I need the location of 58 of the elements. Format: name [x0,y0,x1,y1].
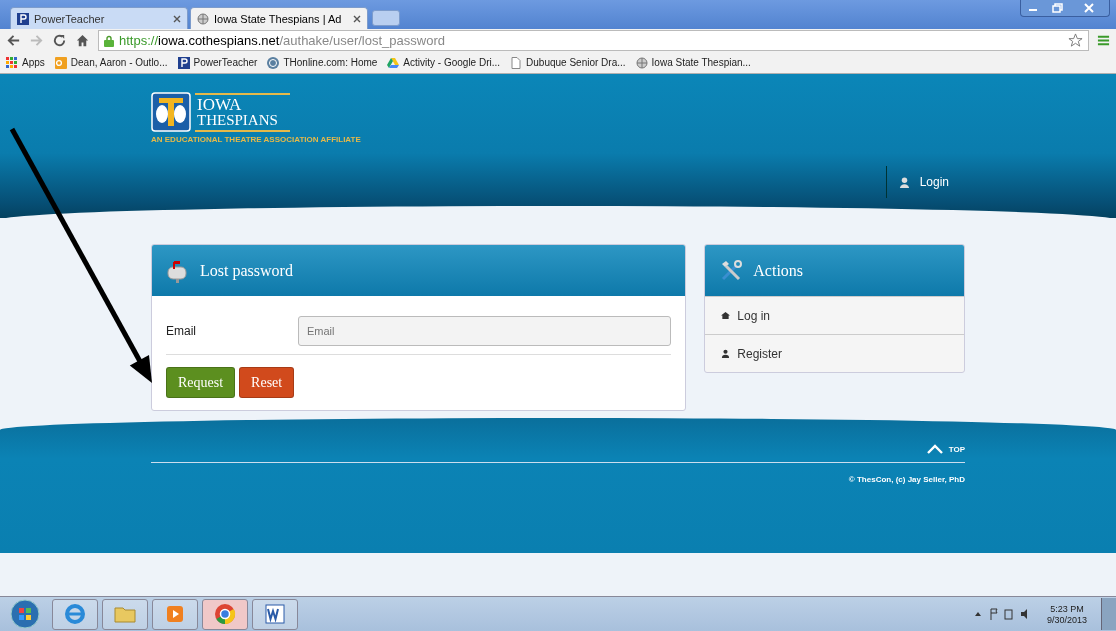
bookmark[interactable]: Dean, Aaron - Outlo... [54,56,168,69]
taskbar-app[interactable] [252,598,298,630]
panel-header: Actions [705,245,964,296]
copyright-text: © ThesCon, (c) Jay Seller, PhD [847,475,965,484]
taskbar-app[interactable] [202,598,248,630]
tools-icon [719,258,744,283]
back-to-top-link[interactable]: TOP [926,444,965,454]
lock-icon [104,34,114,47]
home-icon[interactable] [75,33,90,48]
email-input[interactable]: Email [298,316,672,346]
close-icon[interactable] [353,14,361,23]
bookmark[interactable]: THonline.com: Home [267,56,378,69]
reload-icon[interactable] [52,33,67,48]
triangle-logo-icon [387,56,400,69]
login-link[interactable]: Login [885,166,965,198]
user-icon [721,349,731,358]
clock[interactable]: 5:23 PM 9/30/2013 [1036,603,1097,625]
request-button[interactable]: Request [166,367,236,398]
bookmark[interactable]: PowerTeacher [177,56,258,69]
bookmark[interactable]: Dubuque Senior Dra... [510,56,626,69]
star-icon[interactable] [1068,33,1083,48]
action-link[interactable]: Register [705,334,964,372]
new-tab-button[interactable] [372,10,400,26]
date-text: 9/30/2013 [1046,614,1087,625]
user-icon [898,176,910,188]
p-logo-icon [17,12,29,25]
chevron-up-icon [926,444,943,454]
bookmark[interactable]: Activity - Google Dri... [387,56,501,69]
p-logo-icon [177,56,190,69]
browser-tab[interactable]: PowerTeacher [10,7,188,29]
e-logo-icon [63,602,87,626]
menu-icon[interactable] [1097,34,1110,47]
globe-icon [635,56,648,69]
browser-tab[interactable]: Iowa State Thespians | Ad [190,7,368,29]
page-icon [510,56,523,69]
action-link[interactable]: Log in [705,296,964,334]
w-logo-icon [263,602,287,626]
start-button[interactable] [10,599,40,629]
theatre-masks-icon [151,92,191,132]
forward-arrow-icon[interactable] [29,33,44,48]
chrome-logo-icon [213,602,237,626]
circle-logo-icon [267,56,280,69]
reset-button[interactable]: Reset [239,367,295,398]
show-desktop-button[interactable] [1101,598,1116,630]
bookmark[interactable]: Iowa State Thespian... [635,56,751,69]
time-text: 5:23 PM [1050,603,1084,614]
site-logo[interactable]: IOWA THESPIANS AN EDUCATIONAL THEATRE ASSOCIATION AFFILIATE [151,74,361,144]
globe-icon [197,12,209,25]
mailbox-icon [166,258,190,283]
address-bar[interactable]: https://iowa.cothespians.net/authake/user/lost_password [98,30,1089,51]
panel-header: Lost password [152,245,686,296]
home-icon [721,311,731,320]
bookmark[interactable]: Apps [6,56,45,69]
mail-app-icon [54,56,67,69]
back-arrow-icon[interactable] [6,33,21,48]
close-icon[interactable] [173,14,181,23]
email-label: Email [166,324,197,338]
apps-grid-icon [6,56,18,69]
